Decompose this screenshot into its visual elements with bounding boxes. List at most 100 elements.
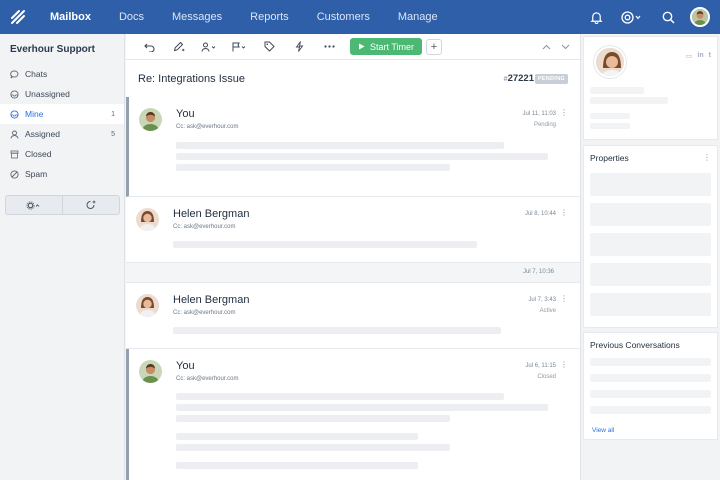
text-placeholder — [176, 393, 504, 400]
folder-assigned[interactable]: Assigned 5 — [0, 124, 124, 144]
property-field[interactable] — [590, 203, 711, 226]
settings-dropdown-button[interactable] — [6, 196, 63, 214]
nav-messages[interactable]: Messages — [158, 0, 236, 34]
conversation-placeholder[interactable] — [590, 390, 711, 398]
bell-icon[interactable] — [578, 0, 614, 34]
text-placeholder — [176, 142, 504, 149]
workflow-bolt-icon[interactable] — [284, 34, 314, 60]
text-placeholder — [173, 241, 477, 248]
view-all-link[interactable]: View all — [592, 427, 614, 434]
nav-reports[interactable]: Reports — [236, 0, 303, 34]
folder-mine[interactable]: Mine 1 — [0, 104, 124, 124]
conversation-placeholder[interactable] — [590, 406, 711, 414]
customer-panel: ▭ in t Properties ⋮ Previous Conversatio… — [580, 34, 720, 480]
thread-item[interactable]: You Cc: ask@everhour.com Jul 6, 11:15 Cl… — [126, 349, 580, 480]
text-placeholder — [176, 415, 450, 422]
folder-label: Spam — [25, 169, 48, 179]
chevron-down-icon[interactable] — [561, 44, 570, 50]
nav-right — [578, 0, 720, 34]
folder-chats[interactable]: Chats — [0, 64, 124, 84]
previous-conversations-title: Previous Conversations — [590, 340, 680, 350]
archive-icon — [10, 150, 19, 159]
thread-date: Jul 6, 11:15 — [525, 363, 556, 369]
inbox-icon — [10, 89, 19, 99]
social-links: ▭ in t — [686, 52, 711, 60]
nav-manage[interactable]: Manage — [384, 0, 452, 34]
thread-item[interactable]: You Cc: ask@everhour.com Jul 11, 11:03 P… — [126, 97, 580, 197]
thread-date: Jul 7, 3:43 — [528, 297, 556, 303]
conversation-nav — [542, 34, 570, 60]
nav-docs[interactable]: Docs — [105, 0, 158, 34]
status-flag-icon[interactable] — [224, 34, 254, 60]
info-placeholder — [590, 123, 630, 129]
property-field[interactable] — [590, 293, 711, 316]
thread-menu-icon[interactable]: ⋮ — [560, 208, 568, 217]
previous-conversations-card: Previous Conversations View all — [583, 332, 718, 440]
info-placeholder — [590, 113, 630, 119]
properties-menu-icon[interactable]: ⋮ — [703, 153, 711, 162]
search-icon[interactable] — [650, 0, 686, 34]
user-avatar[interactable] — [690, 7, 710, 27]
folder-label: Closed — [25, 149, 52, 159]
folder-spam[interactable]: Spam — [0, 164, 124, 184]
logo-icon[interactable] — [0, 0, 36, 34]
folder-actions — [5, 195, 120, 215]
conversation-placeholder[interactable] — [590, 358, 711, 366]
twitter-icon[interactable]: t — [709, 52, 711, 60]
conversation-toolbar: Start Timer + — [126, 34, 580, 60]
thread-menu-icon[interactable]: ⋮ — [560, 360, 568, 369]
status-badge[interactable]: PENDING — [534, 73, 568, 84]
thread-status: Closed — [537, 374, 556, 380]
text-placeholder — [176, 433, 418, 440]
email-placeholder — [590, 97, 668, 104]
property-field[interactable] — [590, 173, 711, 196]
thread-menu-icon[interactable]: ⋮ — [560, 108, 568, 117]
assign-icon[interactable] — [194, 34, 224, 60]
date-divider: Jul 7, 10:36 — [126, 263, 580, 283]
more-icon[interactable] — [314, 34, 344, 60]
customer-avatar[interactable] — [594, 46, 626, 78]
user-icon — [10, 109, 19, 119]
lifebuoy-icon[interactable] — [614, 0, 650, 34]
thread-status: Active — [539, 308, 556, 314]
mailbox-sidebar: Everhour Support Chats Unassigned Mine 1… — [0, 34, 125, 480]
block-icon — [10, 169, 19, 179]
divider-date: Jul 7, 10:36 — [522, 269, 554, 275]
conversation-pane: Start Timer + Re: Integrations Issue #27… — [126, 34, 580, 480]
folder-label: Mine — [25, 109, 44, 119]
folder-closed[interactable]: Closed — [0, 144, 124, 164]
properties-title: Properties — [590, 153, 629, 163]
tag-icon[interactable] — [254, 34, 284, 60]
thread-author: You — [176, 108, 195, 120]
thread-item[interactable]: Helen Bergman Cc: ask@everhour.com Jul 8… — [126, 197, 580, 263]
thread-cc: Cc: ask@everhour.com — [173, 310, 236, 316]
property-field[interactable] — [590, 233, 711, 256]
conversation-subject[interactable]: Re: Integrations Issue — [138, 73, 245, 85]
linkedin-icon[interactable]: in — [697, 52, 703, 60]
note-icon[interactable] — [164, 34, 194, 60]
thread-menu-icon[interactable]: ⋮ — [560, 294, 568, 303]
property-field[interactable] — [590, 263, 711, 286]
website-icon[interactable]: ▭ — [686, 52, 693, 60]
chevron-up-icon[interactable] — [542, 44, 551, 50]
folder-unassigned[interactable]: Unassigned — [0, 84, 124, 104]
folder-count: 5 — [111, 130, 115, 138]
text-placeholder — [176, 404, 548, 411]
user-icon — [10, 130, 19, 139]
properties-card: Properties ⋮ — [583, 145, 718, 328]
text-placeholder — [176, 164, 450, 171]
start-timer-button[interactable]: Start Timer — [350, 38, 422, 55]
avatar — [136, 294, 159, 317]
nav-mailbox[interactable]: Mailbox — [36, 0, 105, 34]
conversation-placeholder[interactable] — [590, 374, 711, 382]
add-button[interactable]: + — [426, 38, 442, 55]
thread-cc: Cc: ask@everhour.com — [173, 224, 236, 230]
nav-customers[interactable]: Customers — [303, 0, 384, 34]
mailbox-name[interactable]: Everhour Support — [0, 34, 124, 64]
thread-item[interactable]: Helen Bergman Cc: ask@everhour.com Jul 7… — [126, 283, 580, 349]
new-conversation-button[interactable] — [63, 196, 119, 214]
text-placeholder — [173, 327, 501, 334]
undo-icon[interactable] — [134, 34, 164, 60]
ticket-number: #27221 — [503, 73, 534, 84]
folder-label: Unassigned — [25, 89, 70, 99]
